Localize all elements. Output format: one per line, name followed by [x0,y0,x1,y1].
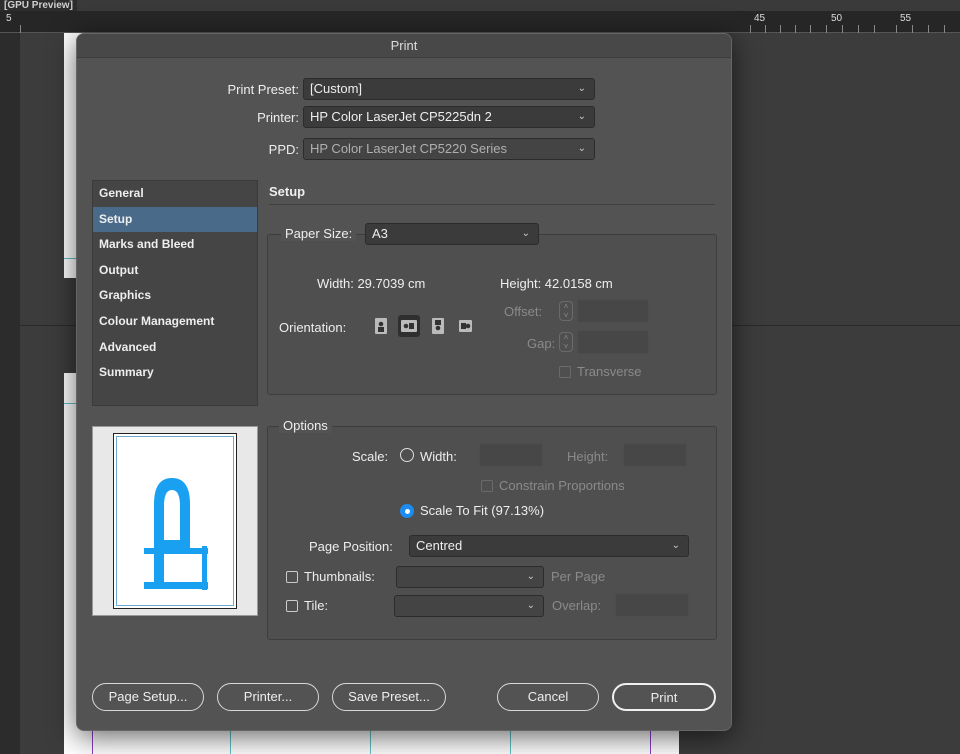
scale-height-field[interactable] [623,443,687,467]
dialog-title: Print [77,34,731,58]
paper-group [267,234,717,395]
scale-to-fit-label: Scale To Fit (97.13%) [420,503,545,518]
print-preset-label: Print Preset: [227,82,299,97]
chevron-down-icon: ⌄ [577,83,586,94]
reverse-portrait-orientation-button[interactable] [427,315,449,337]
tile-select[interactable]: ⌄ [394,595,544,617]
sidebar-item-graphics[interactable]: Graphics [93,283,257,309]
page-position-label: Page Position: [309,539,393,554]
scale-label: Scale: [352,449,389,464]
chevron-down-icon: ⌄ [577,111,586,122]
chevron-down-icon: ⌄ [671,540,680,551]
print-preset-select[interactable]: [Custom] ⌄ [303,78,595,100]
cancel-button[interactable]: Cancel [497,683,599,711]
chevron-down-icon: ⌄ [526,571,535,582]
landscape-orientation-button[interactable] [398,315,420,337]
horizontal-ruler: 5 45 50 55 [0,11,960,33]
constrain-proportions-label: Constrain Proportions [499,478,625,493]
offset-label: Offset: [504,304,543,319]
ruler-label: 5 [6,13,12,24]
chevron-down-icon: ⌄ [577,143,586,154]
per-page-label: Per Page [551,569,606,584]
gap-field[interactable] [577,330,649,354]
overlap-label: Overlap: [552,598,602,613]
thumbnails-select[interactable]: ⌄ [396,566,544,588]
page-position-select[interactable]: Centred ⌄ [409,535,689,557]
scale-width-field[interactable] [479,443,543,467]
tile-label: Tile: [304,598,329,613]
reverse-landscape-orientation-button[interactable] [455,315,477,337]
constrain-proportions-checkbox[interactable] [481,480,493,492]
setup-heading: Setup [269,184,306,199]
printer-value: HP Color LaserJet CP5225dn 2 [310,109,492,124]
ruler-label: 55 [900,13,912,24]
sidebar-item-colour-management[interactable]: Colour Management [93,309,257,335]
preview-letter-graphic [144,478,208,590]
paper-height-text: Height: 42.0158 cm [500,276,613,291]
vertical-ruler [0,33,20,754]
paper-width-text: Width: 29.7039 cm [317,276,426,291]
scale-height-label: Height: [567,449,609,464]
app-title: [GPU Preview] [0,0,77,11]
scale-to-fit-radio[interactable] [400,504,414,518]
page-setup-button[interactable]: Page Setup... [92,683,204,711]
sidebar-item-marks-and-bleed[interactable]: Marks and Bleed [93,232,257,258]
scale-width-radio[interactable] [400,448,414,462]
overlap-field[interactable] [615,593,689,617]
print-categories-list: General Setup Marks and Bleed Output Gra… [92,180,258,406]
portrait-orientation-button[interactable] [370,315,392,337]
paper-size-select[interactable]: A3 ⌄ [365,223,539,245]
print-button[interactable]: Print [612,683,716,711]
chevron-down-icon: ⌄ [526,600,535,611]
paper-size-label: Paper Size: [281,226,357,241]
ppd-value: HP Color LaserJet CP5220 Series [310,141,508,156]
printer-label: Printer: [257,110,299,125]
ppd-select[interactable]: HP Color LaserJet CP5220 Series ⌄ [303,138,595,160]
sidebar-item-output[interactable]: Output [93,258,257,284]
offset-field[interactable] [577,299,649,323]
sidebar-item-advanced[interactable]: Advanced [93,335,257,361]
chevron-down-icon: ⌄ [521,228,530,239]
ppd-label: PPD: [268,142,299,157]
page-position-value: Centred [416,538,463,553]
sidebar-item-summary[interactable]: Summary [93,360,257,386]
paper-size-value: A3 [372,226,388,241]
thumbnails-checkbox[interactable] [286,571,298,583]
print-preset-value: [Custom] [310,81,363,96]
thumbnails-label: Thumbnails: [304,569,375,584]
printer-select[interactable]: HP Color LaserJet CP5225dn 2 ⌄ [303,106,595,128]
tile-checkbox[interactable] [286,600,298,612]
printer-button[interactable]: Printer... [217,683,319,711]
gap-label: Gap: [527,336,556,351]
gap-stepper[interactable]: ˄ ˅ [559,332,573,352]
transverse-label: Transverse [577,364,642,379]
print-dialog: Print Print Preset: [Custom] ⌄ Printer: … [76,33,732,731]
offset-stepper[interactable]: ˄ ˅ [559,301,573,321]
sidebar-item-setup[interactable]: Setup [93,206,257,233]
save-preset-button[interactable]: Save Preset... [332,683,446,711]
ruler-label: 45 [754,13,766,24]
ruler-label: 50 [831,13,843,24]
transverse-checkbox[interactable] [559,366,571,378]
print-preview: P [92,426,258,616]
scale-width-label: Width: [420,449,457,464]
preview-page: P [113,433,237,609]
options-heading: Options [279,418,332,433]
orientation-label: Orientation: [279,320,347,335]
sidebar-item-general[interactable]: General [93,181,257,207]
